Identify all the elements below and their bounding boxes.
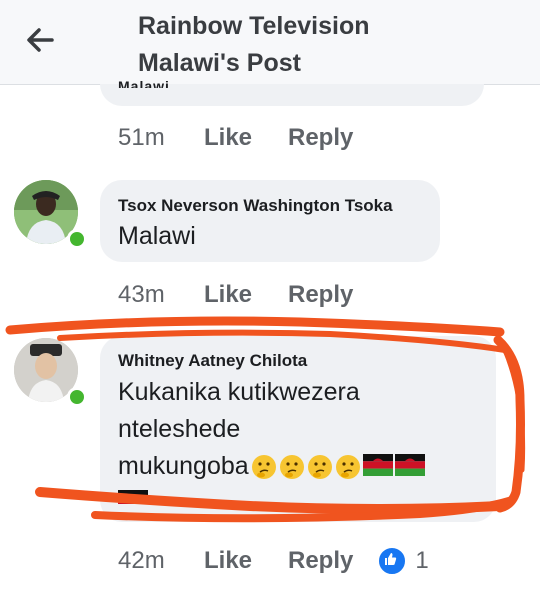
thinking-face-icon — [307, 455, 332, 480]
title-line-1: Rainbow Television — [138, 12, 370, 40]
like-button[interactable]: Like — [204, 547, 288, 575]
thinking-face-icon — [251, 455, 276, 480]
reply-button[interactable]: Reply — [288, 547, 353, 575]
comment-author[interactable]: Tsox Neverson Washington Tsoka — [118, 196, 393, 216]
comment-time: 43m — [118, 281, 165, 308]
online-indicator — [67, 387, 87, 407]
online-indicator — [67, 229, 87, 249]
comment-text-line-2: nteleshede — [118, 415, 241, 443]
malawi-flag-icon — [394, 454, 425, 477]
like-button[interactable]: Like — [204, 124, 288, 152]
comment-meta: 43m Like Reply — [118, 281, 353, 309]
comment-meta: 51m Like Reply — [118, 124, 353, 152]
thinking-face-icon — [335, 455, 360, 480]
comment-meta: 42m Like Reply 1 — [118, 546, 429, 576]
like-button[interactable]: Like — [204, 281, 288, 309]
comment-text-word: mukungoba — [118, 452, 249, 480]
comment-author[interactable]: Whitney Aatney Chilota — [118, 351, 307, 371]
comment-text-line-3: mukungoba — [118, 448, 425, 485]
comment-text: Malawi — [118, 222, 196, 250]
emoji-row — [251, 454, 425, 480]
comment-text-line-1: Kukanika kutikwezera — [118, 378, 360, 406]
reply-button[interactable]: Reply — [288, 124, 353, 152]
thumbs-up-icon[interactable] — [377, 546, 408, 576]
comment-partial-text: Malawi. — [118, 78, 175, 88]
post-header: Rainbow Television Malawi's Post — [0, 0, 540, 85]
title-line-2: Malawi's Post — [138, 49, 301, 77]
thinking-face-icon — [279, 455, 304, 480]
reply-button[interactable]: Reply — [288, 281, 353, 309]
reaction-count: 1 — [415, 547, 429, 574]
malawi-flag-icon — [362, 454, 393, 477]
arrow-left-icon[interactable] — [22, 22, 58, 58]
malawi-flag-icon — [118, 490, 148, 504]
comment-time: 42m — [118, 547, 165, 574]
page-title: Rainbow Television Malawi's Post — [138, 8, 458, 82]
comment-time: 51m — [118, 124, 165, 151]
